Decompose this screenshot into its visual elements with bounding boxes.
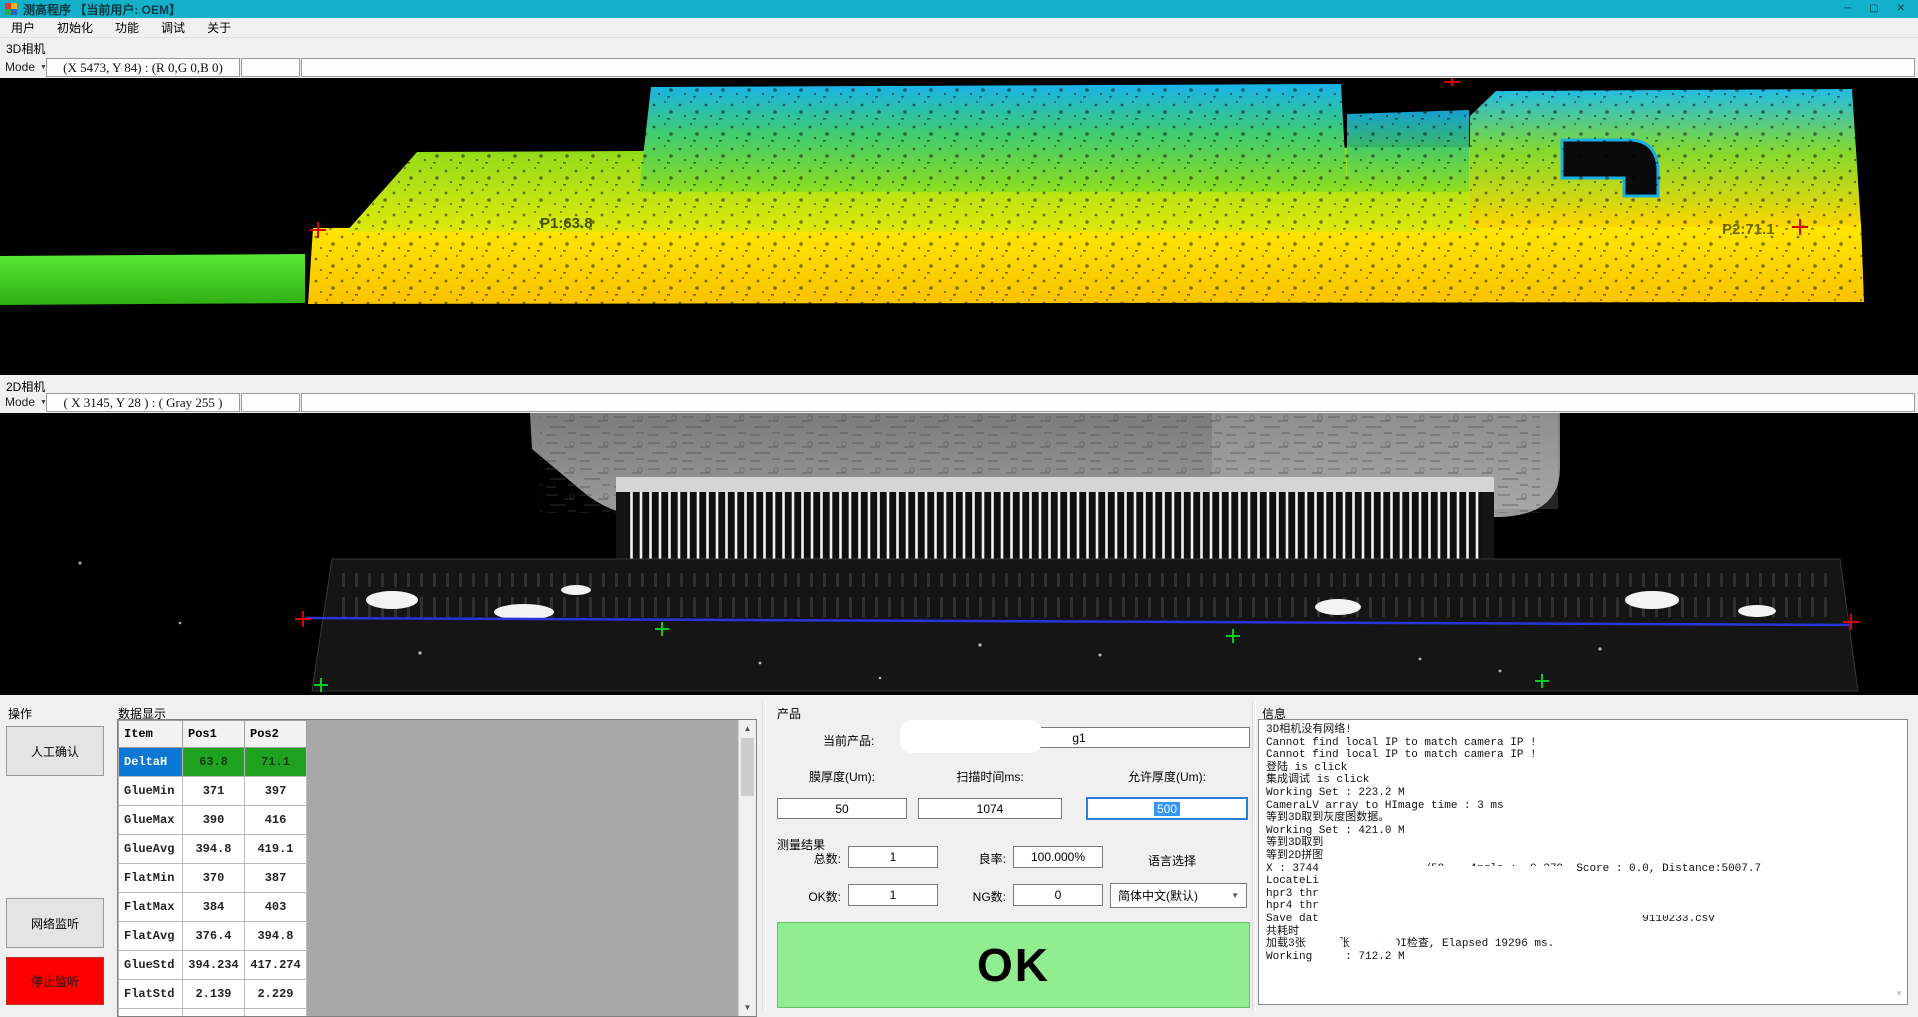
table-row[interactable]: GlueAvg 394.8 419.1 xyxy=(119,835,307,864)
menu-item-user[interactable]: 用户 xyxy=(0,19,46,36)
log-line: Cannot find local IP to match camera IP … xyxy=(1266,737,1907,750)
redaction-blob xyxy=(1306,937,1344,951)
scroll-up-icon[interactable]: ▲ xyxy=(739,720,756,737)
total-count-label: 总数: xyxy=(785,850,841,867)
section-divider xyxy=(1252,701,1256,1011)
table-row[interactable]: FlatAvg 376.4 394.8 xyxy=(119,922,307,951)
ng-count-field[interactable] xyxy=(1013,884,1103,906)
redaction-blob xyxy=(1585,899,1700,915)
ok-count-label: OK数: xyxy=(785,888,841,905)
table-row[interactable]: FlatStd 2.139 2.229 xyxy=(119,980,307,1009)
status-box-small-2d xyxy=(241,393,300,412)
scan-time-label: 扫描时间ms: xyxy=(918,768,1062,785)
total-count-field[interactable] xyxy=(848,846,938,868)
stop-listen-button[interactable]: 停止监听 xyxy=(6,957,104,1005)
mode-dropdown-3d-label: Mode xyxy=(5,60,35,74)
scroll-down-icon[interactable]: ▼ xyxy=(1895,989,1903,998)
menu-item-function[interactable]: 功能 xyxy=(104,19,150,36)
pixel-status-3d: (X 5473, Y 84) : (R 0,G 0,B 0) xyxy=(46,58,240,77)
titlebar: 测高程序 【当前用户: OEM】 ─ ▢ ✕ xyxy=(0,0,1918,18)
table-row[interactable]: GlueStd 394.234 417.274 xyxy=(119,951,307,980)
window-controls: ─ ▢ ✕ xyxy=(1844,0,1913,18)
maximize-button[interactable]: ▢ xyxy=(1869,0,1878,18)
selected-text: 500 xyxy=(1154,802,1180,816)
pixel-status-2d: ( X 3145, Y 28 ) : ( Gray 255 ) xyxy=(46,393,240,412)
allow-thickness-label: 允许厚度(Um): xyxy=(1086,768,1248,785)
section-divider xyxy=(762,701,766,1011)
data-grid[interactable]: Item Pos1 Pos2 DeltaH 63.8 71.1 GlueMin … xyxy=(117,719,757,1017)
mode-dropdown-3d[interactable]: Mode ▼ xyxy=(5,60,47,74)
log-line: CameraLV array to HImage time : 3 ms xyxy=(1266,800,1907,813)
table-row[interactable]: FlatMax 384 403 xyxy=(119,893,307,922)
window-title: 测高程序 【当前用户: OEM】 xyxy=(23,1,181,18)
mode-dropdown-2d-label: Mode xyxy=(5,395,35,409)
yield-field[interactable] xyxy=(1013,846,1103,868)
menu-item-init[interactable]: 初始化 xyxy=(46,19,104,36)
log-line: Working Set : 223.2 M xyxy=(1266,787,1907,800)
log-line: 等到3D取到灰度图数据。 xyxy=(1266,812,1907,825)
network-listen-button[interactable]: 网络监听 xyxy=(6,898,104,948)
table-row[interactable]: GlueMin 371 397 xyxy=(119,777,307,806)
table-row[interactable]: DeltaH 63.8 71.1 xyxy=(119,748,307,777)
mode-dropdown-2d[interactable]: Mode ▼ xyxy=(5,395,47,409)
operation-group-label: 操作 xyxy=(8,705,32,722)
app-icon xyxy=(5,3,17,15)
redaction-blob xyxy=(1322,951,1346,963)
film-thickness-label: 膜厚度(Um): xyxy=(777,768,907,785)
status-box-long-3d xyxy=(301,58,1915,77)
result-status-box: OK xyxy=(777,922,1250,1008)
menu-item-debug[interactable]: 调试 xyxy=(150,19,196,36)
status-box-small-3d xyxy=(241,58,300,77)
scan-time-field[interactable] xyxy=(918,798,1062,819)
p2-measure-label: P2:71.1 xyxy=(1722,221,1775,238)
language-select-label: 语言选择 xyxy=(1148,852,1196,869)
allow-thickness-field[interactable]: 500 xyxy=(1086,797,1248,820)
table-header-row: Item Pos1 Pos2 xyxy=(119,721,307,748)
redaction-blob xyxy=(1352,937,1398,951)
log-line: Cannot find local IP to match camera IP … xyxy=(1266,749,1907,762)
heightmap-left-strip xyxy=(0,254,305,305)
log-line: Working Set : 421.0 M xyxy=(1266,825,1907,838)
log-line: 集成调试 is click xyxy=(1266,774,1907,787)
film-thickness-field[interactable] xyxy=(777,798,907,819)
heightmap-3d-image: P1:63.8 P2:71.1 xyxy=(0,78,1918,375)
camera-3d-label: 3D相机 xyxy=(6,40,45,57)
camera-2d-view[interactable] xyxy=(0,413,1918,695)
language-selected-value: 简体中文(默认) xyxy=(1118,887,1198,904)
scrollbar-thumb[interactable] xyxy=(741,738,754,796)
p1-measure-label: P1:63.8 xyxy=(540,215,593,232)
redaction-blob xyxy=(1328,866,1588,928)
yield-label: 良率: xyxy=(948,850,1006,867)
measurement-table: Item Pos1 Pos2 DeltaH 63.8 71.1 GlueMin … xyxy=(118,720,307,1017)
combo-arrow-icon: ▼ xyxy=(1231,891,1239,900)
minimize-button[interactable]: ─ xyxy=(1844,0,1851,18)
current-product-label: 当前产品: xyxy=(823,732,874,749)
ng-count-label: NG数: xyxy=(948,888,1006,905)
camera-3d-view[interactable]: P1:63.8 P2:71.1 xyxy=(0,78,1918,375)
mode-bar-2d: Mode ▼ ( X 3145, Y 28 ) : ( Gray 255 ) xyxy=(0,392,1918,413)
log-line: 3D相机没有网络! xyxy=(1266,724,1907,737)
table-row[interactable]: X 2583.5 7966.7 xyxy=(119,1009,307,1017)
table-scrollbar[interactable]: ▲ ▼ xyxy=(738,720,756,1016)
mode-bar-3d: Mode ▼ (X 5473, Y 84) : (R 0,G 0,B 0) xyxy=(0,57,1918,78)
scroll-down-icon[interactable]: ▼ xyxy=(739,999,756,1016)
table-row[interactable]: FlatMin 370 387 xyxy=(119,864,307,893)
menu-item-about[interactable]: 关于 xyxy=(196,19,242,36)
grayscale-2d-image xyxy=(0,413,1918,695)
product-group-label: 产品 xyxy=(777,705,801,722)
table-row[interactable]: GlueMax 390 416 xyxy=(119,806,307,835)
status-box-long-2d xyxy=(301,393,1915,412)
log-line: 登陆 is click xyxy=(1266,762,1907,775)
ok-count-field[interactable] xyxy=(848,884,938,906)
control-area: 操作 人工确认 网络监听 停止监听 数据显示 Item Pos1 Pos2 De… xyxy=(0,695,1918,1017)
language-select-dropdown[interactable]: 简体中文(默认) ▼ xyxy=(1110,883,1247,908)
close-button[interactable]: ✕ xyxy=(1897,0,1905,18)
menubar: 用户 初始化 功能 调试 关于 xyxy=(0,18,1918,38)
redaction-blob xyxy=(900,720,1042,753)
application-window: 测高程序 【当前用户: OEM】 ─ ▢ ✕ 用户 初始化 功能 调试 关于 3… xyxy=(0,0,1918,1017)
result-status-text: OK xyxy=(977,938,1050,992)
log-line: Working t : 712.2 M xyxy=(1266,951,1907,964)
manual-confirm-button[interactable]: 人工确认 xyxy=(6,726,104,776)
